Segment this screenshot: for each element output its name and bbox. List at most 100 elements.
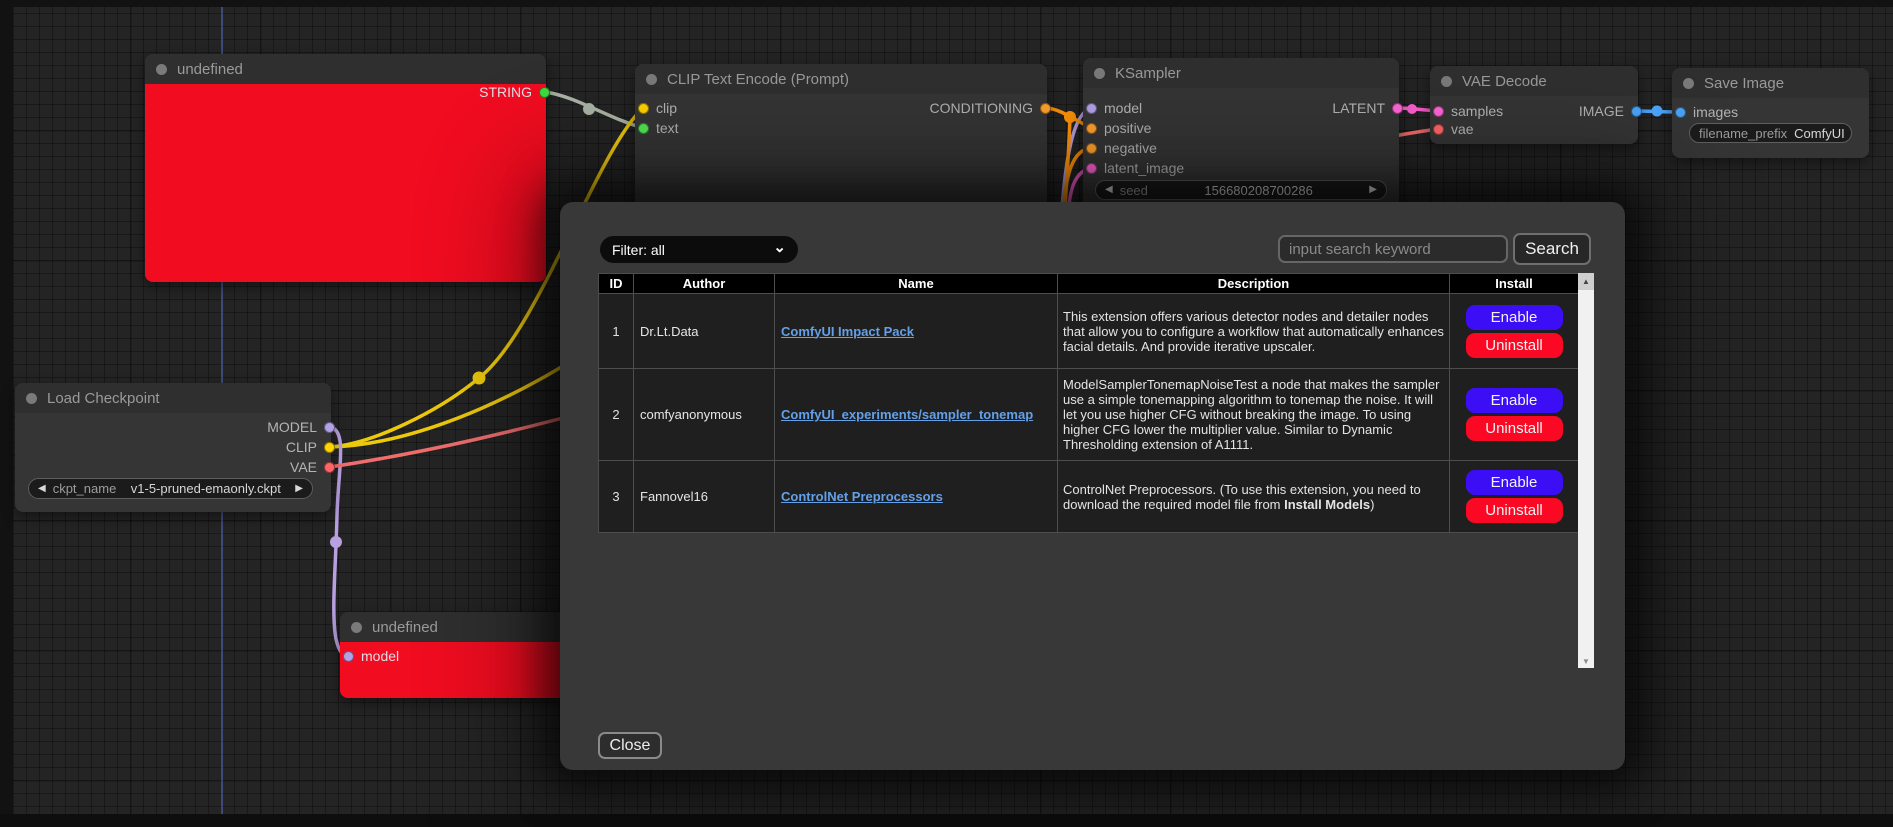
slot-label: STRING: [479, 84, 532, 100]
input-slot-text[interactable]: text: [638, 118, 679, 138]
uninstall-button[interactable]: Uninstall: [1466, 333, 1563, 358]
output-dot[interactable]: [324, 462, 335, 473]
increment-arrow-icon[interactable]: ▶: [295, 484, 303, 494]
collapse-dot-icon[interactable]: [1441, 76, 1452, 87]
seed-widget[interactable]: ◀ seed 156680208700286 ▶: [1095, 180, 1387, 200]
output-slot-string[interactable]: STRING: [479, 82, 550, 102]
slot-label: images: [1693, 104, 1738, 120]
output-slot-latent[interactable]: LATENT: [1332, 98, 1403, 118]
node-vae-decode[interactable]: VAE Decode samples vae IMAGE: [1430, 66, 1638, 144]
cell-id: 2: [599, 369, 634, 461]
output-dot[interactable]: [1392, 103, 1403, 114]
input-dot[interactable]: [1086, 103, 1097, 114]
input-slot-samples[interactable]: samples: [1433, 101, 1503, 121]
collapse-dot-icon[interactable]: [1094, 68, 1105, 79]
enable-button[interactable]: Enable: [1466, 470, 1563, 495]
extension-link[interactable]: ComfyUI Impact Pack: [781, 324, 914, 339]
output-slot-conditioning[interactable]: CONDITIONING: [930, 98, 1051, 118]
increment-arrow-icon[interactable]: ▶: [1369, 185, 1377, 195]
node-title-bar[interactable]: Save Image: [1672, 68, 1869, 98]
wire-dot-string[interactable]: [583, 103, 595, 115]
extension-link[interactable]: ControlNet Preprocessors: [781, 489, 943, 504]
table-scrollbar[interactable]: ▲ ▼: [1578, 273, 1594, 668]
slot-label: samples: [1451, 103, 1503, 119]
output-slot-model[interactable]: MODEL: [267, 417, 335, 437]
search-button[interactable]: Search: [1513, 233, 1591, 265]
input-dot[interactable]: [1433, 124, 1444, 135]
close-button[interactable]: Close: [598, 732, 662, 759]
input-dot[interactable]: [1086, 163, 1097, 174]
input-slot-model[interactable]: model: [343, 646, 399, 666]
output-dot[interactable]: [1040, 103, 1051, 114]
cell-author: comfyanonymous: [634, 369, 775, 461]
enable-button[interactable]: Enable: [1466, 305, 1563, 330]
wire-dot-clip[interactable]: [473, 372, 486, 385]
search-input[interactable]: [1278, 235, 1508, 263]
node-title: KSampler: [1115, 65, 1181, 82]
input-dot[interactable]: [638, 123, 649, 134]
scrollbar-down-icon[interactable]: ▼: [1578, 657, 1594, 666]
slot-label: LATENT: [1332, 100, 1385, 116]
input-slot-positive[interactable]: positive: [1086, 118, 1151, 138]
cell-id: 3: [599, 461, 634, 533]
output-dot[interactable]: [324, 442, 335, 453]
widget-name: filename_prefix: [1699, 126, 1787, 141]
output-slot-vae[interactable]: VAE: [290, 457, 335, 477]
extensions-table-container: ID Author Name Description Install 1 Dr.…: [598, 273, 1594, 668]
node-title-bar[interactable]: CLIP Text Encode (Prompt): [635, 64, 1047, 94]
table-row: 2 comfyanonymous ComfyUI_experiments/sam…: [599, 369, 1579, 461]
output-dot[interactable]: [324, 422, 335, 433]
extension-link[interactable]: ComfyUI_experiments/sampler_tonemap: [781, 407, 1033, 422]
input-slot-images[interactable]: images: [1675, 102, 1738, 122]
uninstall-button[interactable]: Uninstall: [1466, 498, 1563, 523]
node-title-bar[interactable]: undefined: [145, 54, 546, 84]
output-dot[interactable]: [1631, 106, 1642, 117]
wire-dot-latent[interactable]: [1407, 104, 1417, 114]
widget-value: ComfyUI: [1794, 126, 1845, 141]
header-author: Author: [634, 274, 775, 294]
input-slot-latent-image[interactable]: latent_image: [1086, 158, 1184, 178]
input-dot[interactable]: [1675, 107, 1686, 118]
filename-prefix-widget[interactable]: filename_prefix ComfyUI: [1689, 123, 1852, 143]
header-install: Install: [1450, 274, 1579, 294]
wire-dot-image[interactable]: [1652, 106, 1663, 117]
input-slot-model[interactable]: model: [1086, 98, 1142, 118]
node-error-body: [145, 84, 546, 282]
node-title: Load Checkpoint: [47, 390, 160, 407]
input-dot[interactable]: [638, 103, 649, 114]
collapse-dot-icon[interactable]: [156, 64, 167, 75]
input-dot[interactable]: [1086, 143, 1097, 154]
slot-label: IMAGE: [1579, 103, 1624, 119]
collapse-dot-icon[interactable]: [646, 74, 657, 85]
ckpt-name-widget[interactable]: ◀ ckpt_name v1-5-pruned-emaonly.ckpt ▶: [28, 478, 313, 499]
decrement-arrow-icon[interactable]: ◀: [38, 484, 46, 494]
node-title: Save Image: [1704, 75, 1784, 92]
node-undefined-top[interactable]: undefined STRING: [145, 54, 546, 282]
node-title-bar[interactable]: KSampler: [1083, 58, 1399, 88]
cell-description: This extension offers various detector n…: [1063, 309, 1444, 354]
table-row: 3 Fannovel16 ControlNet Preprocessors Co…: [599, 461, 1579, 533]
scrollbar-up-icon[interactable]: ▲: [1578, 273, 1594, 290]
input-dot[interactable]: [1086, 123, 1097, 134]
node-title-bar[interactable]: Load Checkpoint: [15, 383, 331, 413]
decrement-arrow-icon[interactable]: ◀: [1105, 185, 1113, 195]
node-load-checkpoint[interactable]: Load Checkpoint MODEL CLIP VAE ◀ ckpt_na…: [15, 383, 331, 512]
collapse-dot-icon[interactable]: [1683, 78, 1694, 89]
input-slot-clip[interactable]: clip: [638, 98, 677, 118]
input-slot-vae[interactable]: vae: [1433, 119, 1474, 139]
output-slot-image[interactable]: IMAGE: [1579, 101, 1642, 121]
uninstall-button[interactable]: Uninstall: [1466, 416, 1563, 441]
filter-select[interactable]: Filter: all: [600, 236, 798, 263]
input-dot[interactable]: [343, 651, 354, 662]
node-title-bar[interactable]: VAE Decode: [1430, 66, 1638, 96]
wire-dot-model[interactable]: [330, 536, 342, 548]
input-dot[interactable]: [1433, 106, 1444, 117]
output-dot[interactable]: [539, 87, 550, 98]
output-slot-clip[interactable]: CLIP: [286, 437, 335, 457]
collapse-dot-icon[interactable]: [26, 393, 37, 404]
input-slot-negative[interactable]: negative: [1086, 138, 1157, 158]
slot-label: vae: [1451, 121, 1474, 137]
node-save-image[interactable]: Save Image images filename_prefix ComfyU…: [1672, 68, 1869, 158]
collapse-dot-icon[interactable]: [351, 622, 362, 633]
enable-button[interactable]: Enable: [1466, 388, 1563, 413]
